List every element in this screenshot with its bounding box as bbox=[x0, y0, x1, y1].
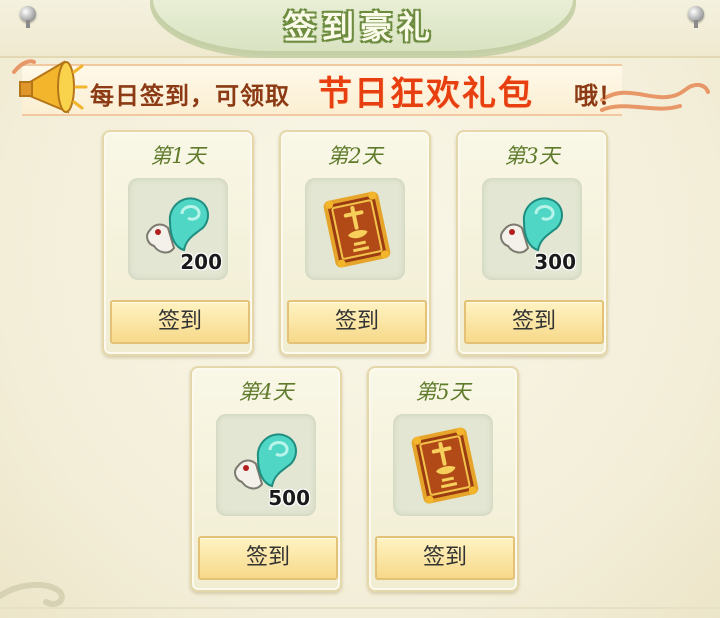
day-card-1: 第1天 200 签到 bbox=[102, 130, 254, 356]
page-title: 签到豪礼 bbox=[283, 8, 436, 46]
banner-lead-text: 每日签到，可领取 bbox=[90, 82, 290, 110]
day-label: 第4天 bbox=[238, 380, 294, 404]
nail-icon bbox=[688, 6, 704, 28]
day-card-2: 第2天 签到 bbox=[279, 130, 431, 356]
item-count: 500 bbox=[268, 486, 310, 510]
day-label: 第5天 bbox=[415, 380, 471, 404]
reward-slot bbox=[393, 414, 493, 516]
reward-slot: 500 bbox=[216, 414, 316, 516]
item-count: 200 bbox=[180, 250, 222, 274]
cloud-swirl-decoration bbox=[0, 581, 720, 609]
day-card-4: 第4天 500 签到 bbox=[190, 366, 342, 592]
day-card-3: 第3天 300 签到 bbox=[456, 130, 608, 356]
banner-tail-text: 哦！ bbox=[574, 82, 622, 110]
golden-book-icon bbox=[323, 191, 391, 268]
golden-book-icon bbox=[411, 427, 479, 504]
banner-highlight-text: 节日狂欢礼包 bbox=[318, 74, 534, 114]
item-count: 300 bbox=[534, 250, 576, 274]
checkin-button-day-1[interactable]: 签到 bbox=[110, 300, 250, 344]
checkin-button-day-2[interactable]: 签到 bbox=[287, 300, 427, 344]
checkin-button-day-3[interactable]: 签到 bbox=[464, 300, 604, 344]
day-card-5: 第5天 签到 bbox=[367, 366, 519, 592]
reward-slot bbox=[305, 178, 405, 280]
day-label: 第3天 bbox=[504, 144, 560, 168]
reward-slot: 300 bbox=[482, 178, 582, 280]
reward-slot: 200 bbox=[128, 178, 228, 280]
day-label: 第1天 bbox=[150, 144, 206, 168]
nail-icon bbox=[20, 6, 36, 28]
megaphone-icon bbox=[12, 59, 88, 114]
day-label: 第2天 bbox=[327, 144, 383, 168]
